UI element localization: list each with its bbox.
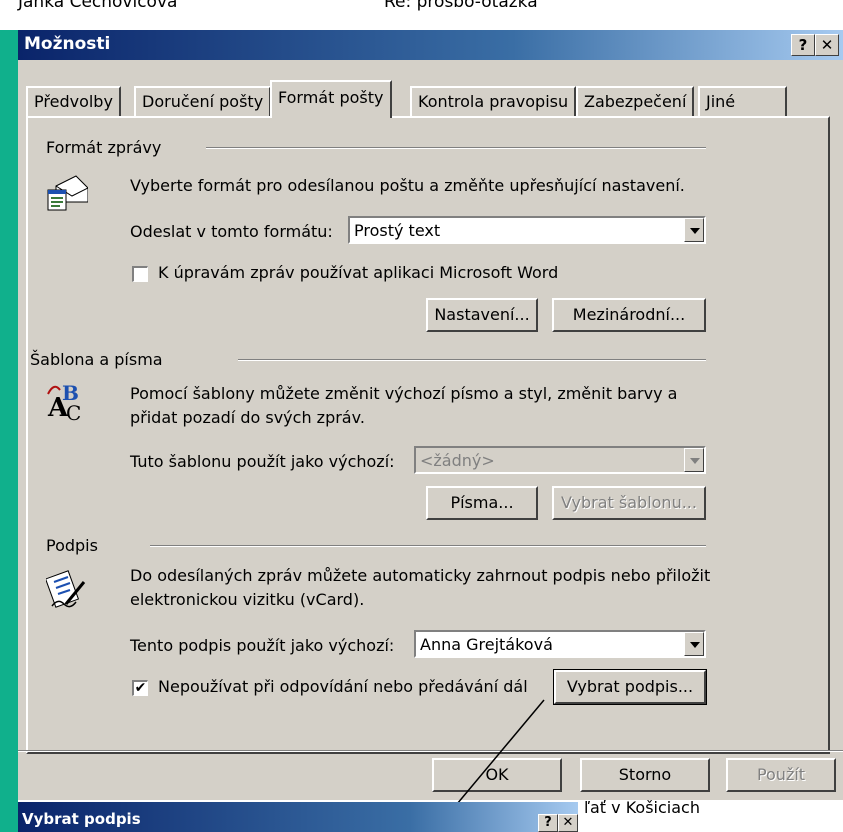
annotation-line bbox=[451, 699, 545, 811]
subdialog-titlebar: Vybrat podpis bbox=[18, 802, 578, 832]
tab-mail-format[interactable]: Formát pošty bbox=[270, 80, 392, 118]
subdialog-title: Vybrat podpis bbox=[22, 810, 141, 828]
subdialog-help-button[interactable]: ? bbox=[538, 814, 558, 832]
signature-subdialog: Vybrat podpis ? ✕ ľať v Košiciach bbox=[18, 798, 843, 832]
subdialog-close-button[interactable]: ✕ bbox=[558, 814, 578, 832]
background-snippet: ľať v Košiciach bbox=[584, 798, 700, 817]
